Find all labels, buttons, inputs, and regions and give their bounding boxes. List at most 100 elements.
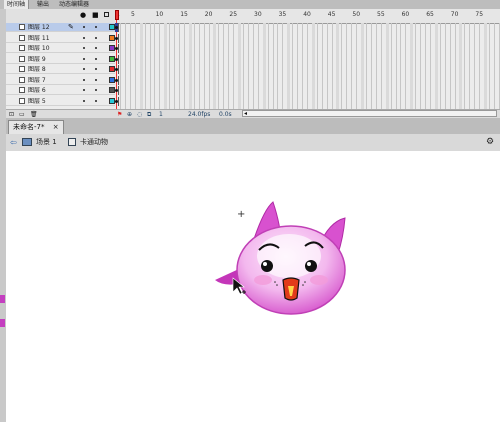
lock-dot[interactable] — [95, 26, 97, 28]
frame-column — [306, 23, 308, 109]
pink-cartoon-animal[interactable] — [211, 196, 356, 321]
keyframe[interactable] — [115, 33, 119, 43]
frame-number-label: 20 — [204, 11, 213, 18]
layer-type-icon — [19, 24, 25, 30]
frame-column — [218, 23, 220, 109]
frame-column — [484, 23, 488, 109]
document-tab-strip: 未命名-7* × — [6, 118, 500, 135]
frame-rate: 24.0fps — [188, 111, 211, 118]
frame-number-label: 70 — [450, 11, 459, 18]
frame-column — [370, 23, 372, 109]
layer-name[interactable]: 图层 8 — [28, 65, 46, 74]
onion-skin-icon[interactable]: ⚑ — [117, 111, 122, 118]
lock-dot[interactable] — [95, 36, 97, 39]
layer-row[interactable]: 图层 12 ✎ — [6, 23, 115, 32]
keyframe[interactable] — [115, 75, 119, 85]
frame-column — [134, 23, 136, 109]
back-arrow-icon[interactable]: ⇦ — [10, 134, 17, 151]
lock-dot[interactable] — [95, 57, 97, 60]
frame-column — [179, 23, 181, 109]
visibility-dot[interactable] — [83, 36, 85, 39]
keyframe[interactable] — [115, 65, 119, 74]
visibility-dot[interactable] — [83, 78, 85, 81]
visibility-dot[interactable] — [83, 47, 85, 49]
layer-name[interactable]: 图层 5 — [28, 97, 46, 106]
stage-canvas[interactable]: + — [6, 151, 500, 422]
layer-row[interactable]: 图层 8 — [6, 65, 115, 74]
tab-timeline[interactable]: 时间轴 — [4, 0, 30, 9]
frame-column — [287, 23, 291, 109]
layer-type-icon — [19, 97, 25, 104]
symbol-breadcrumb[interactable]: 卡通动物 — [80, 134, 108, 151]
layer-name[interactable]: 图层 10 — [28, 44, 50, 53]
scroll-left-icon[interactable]: ◂ — [244, 110, 247, 117]
layer-name[interactable]: 图层 7 — [28, 76, 46, 85]
layer-row[interactable]: 图层 10 — [6, 44, 115, 53]
layer-row[interactable]: 图层 5 — [6, 97, 115, 106]
layer-row[interactable]: 图层 6 — [6, 86, 115, 95]
scene-breadcrumb[interactable]: 场景 1 — [36, 134, 57, 151]
layer-name[interactable]: 图层 6 — [28, 86, 46, 95]
frame-number-label: 5 — [131, 11, 135, 18]
layer-row[interactable]: 图层 9 — [6, 55, 115, 64]
visibility-dot[interactable] — [83, 26, 85, 28]
keyframe[interactable] — [115, 44, 119, 53]
frame-column — [174, 23, 176, 109]
tab-output[interactable]: 输出 — [34, 0, 52, 9]
eye-icon[interactable]: ● — [80, 12, 86, 19]
layer-name[interactable]: 图层 11 — [28, 34, 50, 43]
keyframe[interactable] — [115, 86, 119, 95]
frame-column — [247, 23, 249, 109]
frame-column — [474, 23, 476, 109]
frame-column — [213, 23, 217, 109]
frame-column — [159, 23, 161, 109]
delete-layer-icon[interactable]: 🗑 — [30, 111, 38, 118]
frame-column — [420, 23, 422, 109]
keyframe[interactable] — [115, 96, 119, 106]
document-tab[interactable]: 未命名-7* × — [8, 120, 64, 134]
layer-row[interactable]: 图层 7 — [6, 76, 115, 85]
frame-column — [183, 23, 185, 109]
new-layer-icon[interactable]: ⊡ — [9, 111, 14, 118]
frame-column — [415, 23, 417, 109]
frame-number-label: 45 — [327, 11, 336, 18]
visibility-dot[interactable] — [83, 99, 85, 102]
outline-icon[interactable] — [104, 12, 109, 17]
fill-color-swatch[interactable] — [0, 295, 5, 303]
frame-number-label: 65 — [426, 11, 434, 18]
layer-list: 图层 12 ✎ 图层 11 图层 10 图层 9 图层 8 图层 7 图层 6 图层 5 — [6, 23, 115, 109]
keyframe[interactable] — [115, 23, 119, 32]
visibility-dot[interactable] — [83, 68, 85, 70]
onion-outline-icon[interactable]: ◌ — [137, 111, 142, 118]
frame-grid[interactable]: 15101520253035404550556065707580 — [115, 9, 500, 109]
frame-column — [154, 23, 156, 109]
close-icon[interactable]: × — [53, 123, 59, 131]
stroke-color-swatch[interactable] — [0, 319, 5, 327]
layer-name[interactable]: 图层 12 — [28, 23, 50, 32]
timeline-scrollbar[interactable]: ◂ — [242, 110, 497, 117]
lock-dot[interactable] — [95, 89, 97, 91]
lock-dot[interactable] — [95, 68, 97, 70]
lock-dot[interactable] — [95, 47, 97, 49]
visibility-dot[interactable] — [83, 89, 85, 91]
right-eye — [305, 260, 317, 272]
visibility-dot[interactable] — [83, 57, 85, 60]
layer-row[interactable]: 图层 11 — [6, 34, 115, 43]
scene-icon — [22, 138, 32, 146]
edit-symbols-icon[interactable]: ⚙ — [486, 134, 494, 151]
frame-column — [479, 23, 481, 109]
tab-motion-editor[interactable]: 动态编辑器 — [56, 0, 92, 9]
lock-dot[interactable] — [95, 99, 97, 102]
lock-icon[interactable]: ■ — [92, 12, 99, 19]
frame-column — [395, 23, 397, 109]
lock-dot[interactable] — [95, 78, 97, 81]
layer-name[interactable]: 图层 9 — [28, 55, 46, 64]
new-folder-icon[interactable]: ▭ — [19, 111, 25, 118]
elapsed-time: 0.0s — [219, 111, 232, 118]
frame-column — [331, 23, 333, 109]
frame-column — [356, 23, 358, 109]
frame-number-label: 50 — [352, 11, 361, 18]
center-frame-icon[interactable]: ⊕ — [127, 111, 132, 118]
keyframe[interactable] — [115, 54, 119, 64]
frame-ruler[interactable]: 15101520253035404550556065707580 — [115, 9, 500, 24]
